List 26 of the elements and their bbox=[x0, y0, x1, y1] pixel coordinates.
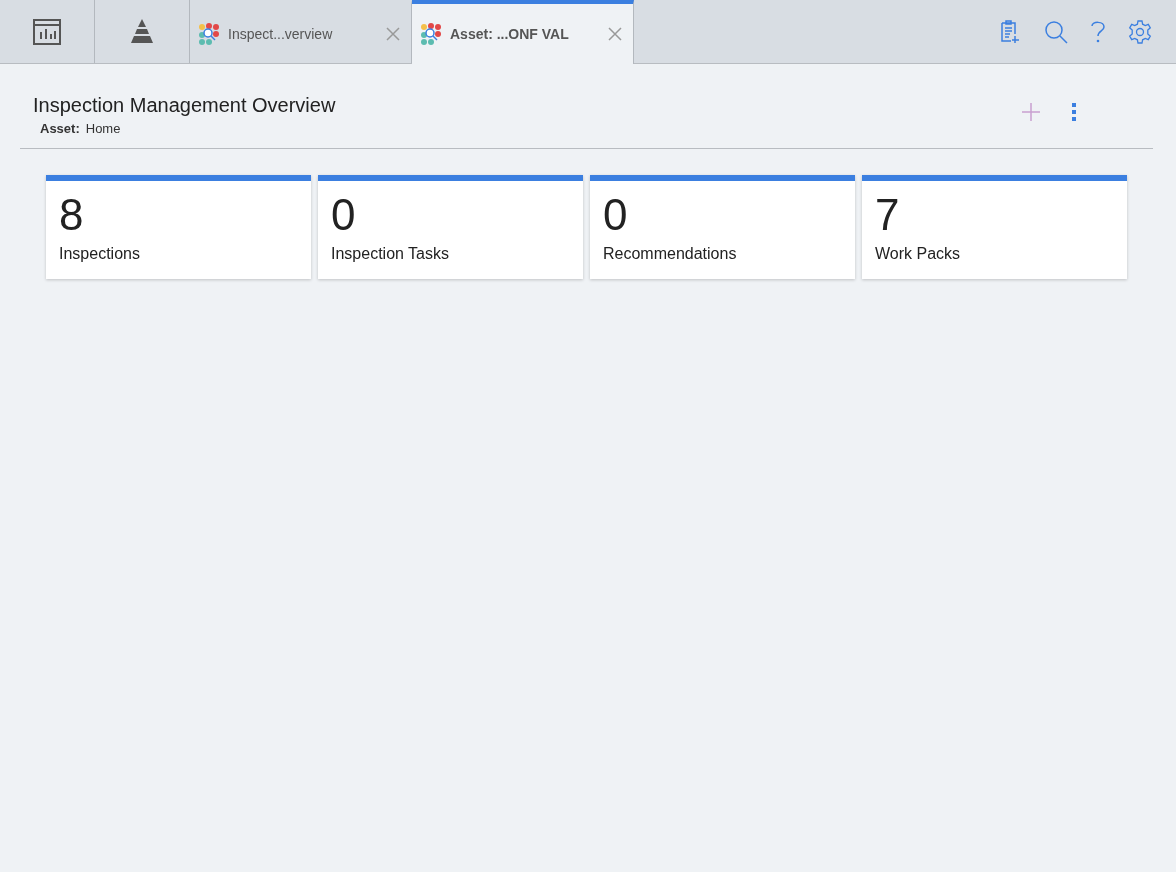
breadcrumb-link[interactable]: Home bbox=[85, 121, 121, 136]
summary-card[interactable]: 0 Recommendations bbox=[590, 175, 855, 279]
card-count: 0 bbox=[331, 189, 357, 241]
breadcrumb-label: Asset: bbox=[40, 121, 80, 136]
add-button[interactable] bbox=[1021, 102, 1041, 122]
card-label: Work Packs bbox=[875, 245, 962, 263]
summary-card[interactable]: 7 Work Packs bbox=[862, 175, 1127, 279]
chart-icon[interactable] bbox=[33, 18, 61, 45]
page-title: Inspection Management Overview bbox=[33, 94, 336, 117]
card-label: Inspections bbox=[59, 245, 141, 263]
card-label: Recommendations bbox=[603, 245, 738, 263]
more-button[interactable] bbox=[1071, 102, 1077, 122]
new-clipboard-button[interactable] bbox=[998, 19, 1022, 44]
help-button[interactable] bbox=[1090, 19, 1106, 44]
tab-label[interactable]: Inspect...verview bbox=[228, 25, 375, 42]
settings-button[interactable] bbox=[1128, 19, 1152, 44]
app-logo-icon bbox=[198, 22, 220, 45]
tab-label[interactable]: Asset: ...ONF VAL bbox=[450, 26, 597, 42]
summary-card[interactable]: 0 Inspection Tasks bbox=[318, 175, 583, 279]
card-count: 0 bbox=[603, 189, 629, 241]
card-count: 8 bbox=[59, 189, 85, 241]
card-label: Inspection Tasks bbox=[331, 245, 450, 263]
card-count: 7 bbox=[875, 189, 901, 241]
app-logo-icon bbox=[420, 23, 442, 45]
search-button[interactable] bbox=[1044, 19, 1068, 44]
summary-card[interactable]: 8 Inspections bbox=[46, 175, 311, 279]
